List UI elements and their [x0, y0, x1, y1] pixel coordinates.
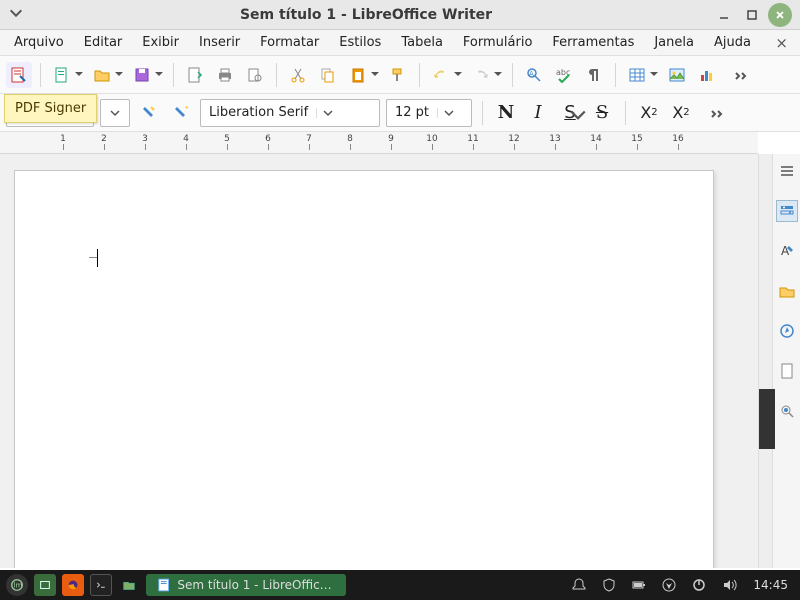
text-cursor: [97, 249, 98, 267]
spellcheck-button[interactable]: abc: [551, 62, 577, 88]
chevron-down-icon: [316, 108, 338, 118]
menu-ajuda[interactable]: Ajuda: [706, 32, 759, 53]
font-name-combo[interactable]: Liberation Serif: [200, 99, 380, 127]
window-menu-icon[interactable]: [8, 5, 24, 25]
open-button[interactable]: [89, 62, 115, 88]
redo-button[interactable]: [468, 62, 494, 88]
bold-button[interactable]: N: [493, 100, 519, 126]
paragraph-style-dropdown[interactable]: [100, 99, 130, 127]
subscript-button[interactable]: X2: [668, 100, 694, 126]
window-titlebar: Sem título 1 - LibreOffice Writer: [0, 0, 800, 30]
formatting-toolbar: arágrafo Liberation Serif 12 pt N I S S …: [0, 94, 800, 132]
menu-ferramentas[interactable]: Ferramentas: [544, 32, 642, 53]
cut-button[interactable]: [285, 62, 311, 88]
tooltip: PDF Signer: [4, 94, 97, 123]
styles-panel-icon[interactable]: A: [776, 240, 798, 262]
network-tray-icon[interactable]: [657, 574, 681, 596]
font-size-combo[interactable]: 12 pt: [386, 99, 472, 127]
work-area: A: [0, 154, 800, 568]
save-button[interactable]: [129, 62, 155, 88]
menu-tabela[interactable]: Tabela: [393, 32, 451, 53]
gallery-panel-icon[interactable]: [776, 280, 798, 302]
window-title: Sem título 1 - LibreOffice Writer: [24, 7, 708, 23]
vertical-scrollbar[interactable]: [758, 154, 772, 568]
battery-tray-icon[interactable]: [627, 574, 651, 596]
font-name-value: Liberation Serif: [201, 105, 316, 120]
underline-button[interactable]: S: [557, 100, 583, 126]
menu-editar[interactable]: Editar: [76, 32, 131, 53]
maximize-button[interactable]: [740, 3, 764, 27]
copy-button[interactable]: [315, 62, 341, 88]
toolbar-overflow-button[interactable]: [728, 62, 754, 88]
start-menu-button[interactable]: lm: [6, 574, 28, 596]
pdf-signer-button[interactable]: [6, 62, 32, 88]
menu-arquivo[interactable]: Arquivo: [6, 32, 72, 53]
chevron-down-icon: [437, 108, 459, 118]
document-viewport[interactable]: [0, 154, 758, 568]
volume-tray-icon[interactable]: [717, 574, 741, 596]
navigator-panel-icon[interactable]: [776, 320, 798, 342]
sidebar-menu-icon[interactable]: [776, 160, 798, 182]
document-page[interactable]: [14, 170, 714, 568]
sidebar-tabs: A: [772, 154, 800, 568]
find-replace-button[interactable]: A: [521, 62, 547, 88]
print-button[interactable]: [212, 62, 238, 88]
taskbar-clock[interactable]: 14:45: [747, 578, 794, 592]
new-style-button[interactable]: [168, 100, 194, 126]
style-inspector-icon[interactable]: [776, 400, 798, 422]
taskbar-active-window[interactable]: Sem título 1 - LibreOffice ...: [146, 574, 346, 596]
paste-button[interactable]: [345, 62, 371, 88]
update-style-button[interactable]: [136, 100, 162, 126]
menu-formulario[interactable]: Formulário: [455, 32, 540, 53]
files-launcher[interactable]: [118, 574, 140, 596]
menu-exibir[interactable]: Exibir: [134, 32, 187, 53]
menu-janela[interactable]: Janela: [646, 32, 702, 53]
close-button[interactable]: [768, 3, 792, 27]
superscript-button[interactable]: X2: [636, 100, 662, 126]
new-document-button[interactable]: [49, 62, 75, 88]
shield-tray-icon[interactable]: [597, 574, 621, 596]
undo-button[interactable]: [428, 62, 454, 88]
print-preview-button[interactable]: [242, 62, 268, 88]
scrollbar-thumb[interactable]: [759, 389, 775, 449]
font-size-value: 12 pt: [387, 105, 437, 120]
svg-text:A: A: [529, 70, 534, 78]
system-taskbar: lm Sem título 1 - LibreOffice ... 14:45: [0, 570, 800, 600]
svg-text:lm: lm: [14, 582, 23, 590]
close-document-button[interactable]: ×: [769, 34, 794, 52]
menu-inserir[interactable]: Inserir: [191, 32, 248, 53]
show-desktop-button[interactable]: [34, 574, 56, 596]
formatbar-overflow-button[interactable]: [704, 100, 730, 126]
page-panel-icon[interactable]: [776, 360, 798, 382]
italic-button[interactable]: I: [525, 100, 551, 126]
clone-formatting-button[interactable]: [385, 62, 411, 88]
export-pdf-button[interactable]: [182, 62, 208, 88]
formatting-marks-button[interactable]: [581, 62, 607, 88]
properties-panel-icon[interactable]: [776, 200, 798, 222]
strikethrough-button[interactable]: S: [589, 100, 615, 126]
horizontal-ruler[interactable]: 12345678910111213141516: [0, 132, 758, 154]
firefox-launcher[interactable]: [62, 574, 84, 596]
menu-estilos[interactable]: Estilos: [331, 32, 389, 53]
insert-image-button[interactable]: [664, 62, 690, 88]
insert-table-button[interactable]: [624, 62, 650, 88]
menu-bar: Arquivo Editar Exibir Inserir Formatar E…: [0, 30, 800, 56]
notifications-icon[interactable]: [567, 574, 591, 596]
power-tray-icon[interactable]: [687, 574, 711, 596]
svg-text:A: A: [781, 244, 790, 258]
menu-formatar[interactable]: Formatar: [252, 32, 327, 53]
terminal-launcher[interactable]: [90, 574, 112, 596]
minimize-button[interactable]: [712, 3, 736, 27]
insert-chart-button[interactable]: [694, 62, 720, 88]
taskbar-active-label: Sem título 1 - LibreOffice ...: [177, 578, 336, 592]
standard-toolbar: A abc: [0, 56, 800, 94]
